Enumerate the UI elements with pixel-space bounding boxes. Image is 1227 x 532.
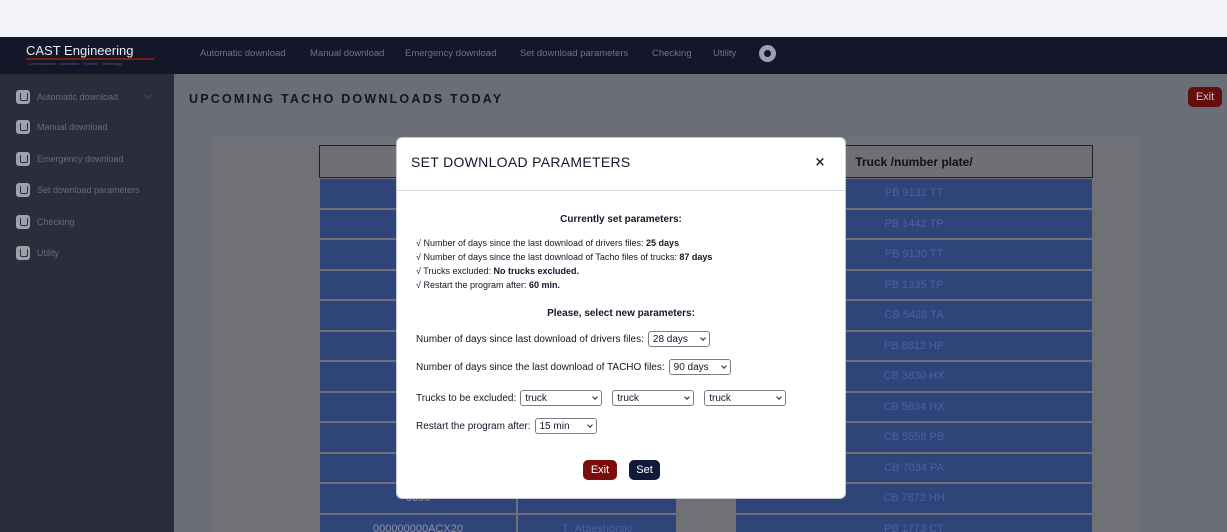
close-icon[interactable]: × (813, 156, 827, 170)
nav-automatic-download[interactable]: Automatic download (200, 48, 286, 59)
driver-name-cell: T_Ataeshorski (517, 513, 677, 532)
modal-title: SET DOWNLOAD PARAMETERS (411, 154, 631, 170)
current-param-trucks: √ Trucks excluded: No trucks excluded. (416, 266, 580, 276)
tacho-days-row: Number of days since the last download o… (416, 359, 731, 375)
sidebar-item-label: Automatic download (37, 92, 119, 102)
truck-select-3[interactable]: truck (704, 390, 787, 406)
download-icon (16, 90, 30, 104)
gear-icon[interactable] (759, 45, 776, 62)
nav-emergency-download[interactable]: Emergency download (405, 48, 496, 59)
current-parameters-title: Currently set parameters: (560, 214, 682, 225)
trucks-excluded-label: Trucks to be excluded: (416, 392, 517, 404)
driver-id-cell: 000000000ACX20 (319, 513, 517, 532)
truck-select-2[interactable]: truck (612, 390, 695, 406)
nav-set-download-parameters[interactable]: Set download parameters (520, 48, 628, 59)
brand-subtitle: Communication · Automation · Systems · T… (28, 61, 122, 66)
brand-title: CAST Engineering (26, 43, 134, 58)
table-row[interactable]: 000000000ACX20 T_Ataeshorski (319, 513, 677, 532)
nav-manual-download[interactable]: Manual download (310, 48, 384, 59)
sidebar-item-set-download-parameters[interactable]: Set download parameters (16, 182, 140, 198)
sidebar: Automatic download Manual download Emerg… (0, 74, 174, 532)
sidebar-item-checking[interactable]: Checking (16, 214, 75, 230)
truck-select-1[interactable]: truck (520, 390, 603, 406)
drivers-days-row: Number of days since last download of dr… (416, 331, 710, 347)
download-icon (16, 246, 30, 260)
chevron-down-icon (700, 334, 706, 341)
chevron-down-icon (684, 393, 691, 400)
modal-exit-button[interactable]: Exit (583, 460, 617, 480)
sidebar-item-emergency-download[interactable]: Emergency download (16, 151, 124, 167)
tacho-days-select[interactable]: 90 days (668, 359, 731, 375)
chevron-down-icon[interactable] (144, 91, 153, 100)
restart-select[interactable]: 15 min (534, 418, 597, 434)
set-download-parameters-modal: SET DOWNLOAD PARAMETERS × Currently set … (396, 137, 846, 499)
table-row[interactable]: PB 1773 CT (735, 513, 1093, 532)
restart-label: Restart the program after: (416, 420, 531, 432)
download-icon (16, 120, 30, 134)
sidebar-item-label: Utility (37, 248, 59, 258)
sidebar-item-label: Manual download (37, 122, 108, 132)
current-param-restart: √ Restart the program after: 60 min. (416, 280, 560, 290)
sidebar-item-manual-download[interactable]: Manual download (16, 119, 108, 135)
current-param-tacho: √ Number of days since the last download… (416, 252, 713, 262)
modal-set-button[interactable]: Set (629, 460, 660, 480)
truck-plate-cell: PB 1773 CT (735, 513, 1093, 532)
modal-divider (397, 190, 845, 191)
sidebar-item-utility[interactable]: Utility (16, 245, 59, 261)
top-strip (0, 0, 1227, 37)
download-icon (16, 152, 30, 166)
current-param-drivers: √ Number of days since the last download… (416, 238, 680, 248)
drivers-days-select[interactable]: 28 days (647, 331, 710, 347)
chevron-down-icon (592, 393, 599, 400)
trucks-excluded-row: Trucks to be excluded: truck truck truck (416, 390, 787, 406)
nav-checking[interactable]: Checking (652, 48, 692, 59)
top-navbar: CAST Engineering Communication · Automat… (0, 37, 1227, 74)
exit-button[interactable]: Exit (1188, 87, 1222, 107)
page-title: UPCOMING TACHO DOWNLOADS TODAY (189, 92, 504, 106)
chevron-down-icon (776, 393, 783, 400)
new-parameters-title: Please, select new parameters: (547, 308, 695, 319)
sidebar-item-label: Emergency download (37, 154, 124, 164)
brand-logo[interactable]: CAST Engineering Communication · Automat… (18, 41, 168, 69)
sidebar-item-label: Set download parameters (37, 185, 140, 195)
restart-row: Restart the program after: 15 min (416, 418, 597, 434)
heading-bar: UPCOMING TACHO DOWNLOADS TODAY (174, 84, 1227, 114)
download-icon (16, 183, 30, 197)
drivers-days-label: Number of days since last download of dr… (416, 333, 644, 345)
sidebar-item-automatic-download[interactable]: Automatic download (16, 89, 118, 105)
download-icon (16, 215, 30, 229)
nav-utility[interactable]: Utility (713, 48, 736, 59)
sidebar-item-label: Checking (37, 217, 75, 227)
chevron-down-icon (586, 421, 593, 428)
chevron-down-icon (720, 362, 727, 369)
tacho-days-label: Number of days since the last download o… (416, 361, 665, 373)
brand-underline (26, 58, 154, 60)
